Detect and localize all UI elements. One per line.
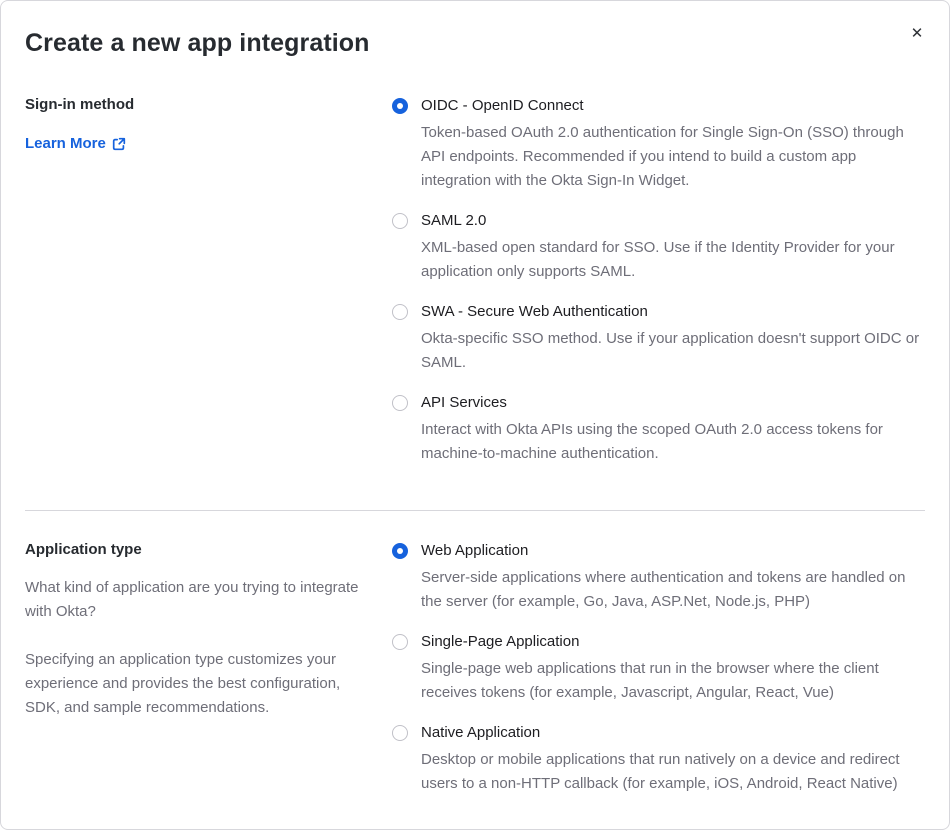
radio-option-single-page-application[interactable]: Single-Page Application Single-page web …	[392, 632, 925, 705]
option-description: XML-based open standard for SSO. Use if …	[421, 239, 895, 280]
page-title: Create a new app integration	[25, 29, 370, 57]
application-type-label: Application type	[25, 541, 142, 558]
create-app-integration-dialog: ✕ Create a new app integration Sign-in m…	[0, 0, 950, 830]
application-type-explanation: Specifying an application type customize…	[25, 651, 341, 716]
signin-method-options: OIDC - OpenID Connect Token-based OAuth …	[392, 96, 925, 484]
option-description: Single-page web applications that run in…	[421, 660, 879, 701]
radio-option-oidc[interactable]: OIDC - OpenID Connect Token-based OAuth …	[392, 96, 925, 193]
application-type-options: Web Application Server-side applications…	[392, 541, 925, 814]
close-icon[interactable]: ✕	[907, 23, 927, 43]
radio-selected-icon[interactable]	[392, 543, 408, 559]
radio-unselected-icon[interactable]	[392, 395, 408, 411]
application-type-question: What kind of application are you trying …	[25, 579, 359, 620]
option-description: Token-based OAuth 2.0 authentication for…	[421, 124, 904, 189]
section-divider	[25, 510, 925, 511]
option-label[interactable]: Single-Page Application	[421, 632, 925, 652]
option-description: Interact with Okta APIs using the scoped…	[421, 421, 883, 462]
option-description: Desktop or mobile applications that run …	[421, 751, 900, 792]
signin-method-label: Sign-in method	[25, 96, 135, 113]
learn-more-link[interactable]: Learn More	[25, 135, 126, 152]
radio-unselected-icon[interactable]	[392, 304, 408, 320]
option-description: Okta-specific SSO method. Use if your ap…	[421, 330, 920, 371]
option-label[interactable]: OIDC - OpenID Connect	[421, 96, 925, 116]
radio-option-saml[interactable]: SAML 2.0 XML-based open standard for SSO…	[392, 211, 925, 284]
application-type-section: Application type What kind of applicatio…	[25, 541, 925, 814]
radio-unselected-icon[interactable]	[392, 725, 408, 741]
option-label[interactable]: SWA - Secure Web Authentication	[421, 302, 925, 322]
radio-option-native-application[interactable]: Native Application Desktop or mobile app…	[392, 723, 925, 796]
signin-method-section: Sign-in method Learn More OIDC - OpenID …	[25, 96, 925, 484]
option-label[interactable]: Web Application	[421, 541, 925, 561]
option-label[interactable]: Native Application	[421, 723, 925, 743]
external-link-icon	[112, 137, 126, 150]
radio-unselected-icon[interactable]	[392, 634, 408, 650]
learn-more-label: Learn More	[25, 135, 106, 152]
application-type-left-column: Application type What kind of applicatio…	[25, 541, 392, 744]
radio-option-api-services[interactable]: API Services Interact with Okta APIs usi…	[392, 393, 925, 466]
radio-selected-icon[interactable]	[392, 98, 408, 114]
signin-method-left-column: Sign-in method Learn More	[25, 96, 392, 153]
radio-option-swa[interactable]: SWA - Secure Web Authentication Okta-spe…	[392, 302, 925, 375]
radio-unselected-icon[interactable]	[392, 213, 408, 229]
option-label[interactable]: SAML 2.0	[421, 211, 925, 231]
radio-option-web-application[interactable]: Web Application Server-side applications…	[392, 541, 925, 614]
option-description: Server-side applications where authentic…	[421, 569, 906, 610]
option-label[interactable]: API Services	[421, 393, 925, 413]
